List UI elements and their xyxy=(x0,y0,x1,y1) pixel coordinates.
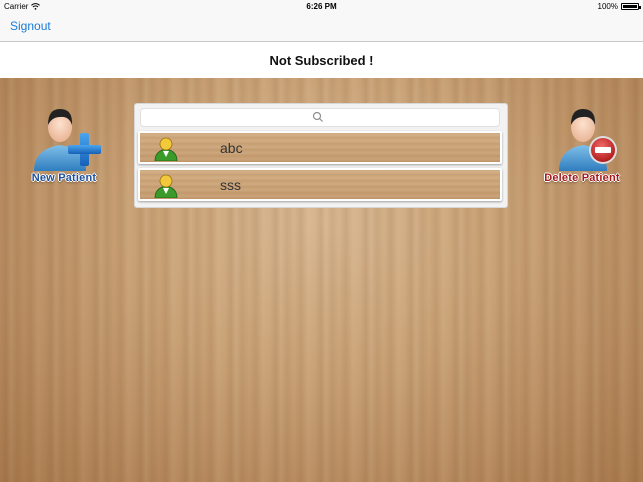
patient-row[interactable]: abc xyxy=(138,131,502,164)
patient-name: abc xyxy=(220,140,243,156)
patient-list-panel: abc sss xyxy=(134,103,508,208)
status-bar: Carrier 6:26 PM 100% xyxy=(0,0,643,13)
search-input[interactable] xyxy=(141,109,499,126)
delete-patient-button[interactable]: Delete Patient xyxy=(533,105,631,184)
status-time: 6:26 PM xyxy=(306,2,337,11)
battery-indicator: 100% xyxy=(597,2,641,11)
navigation-bar: Signout xyxy=(0,13,643,42)
patient-avatar-icon xyxy=(154,137,178,161)
battery-percent: 100% xyxy=(597,2,618,11)
patient-name: sss xyxy=(220,177,241,193)
patient-avatar-icon xyxy=(154,174,178,198)
delete-patient-label: Delete Patient xyxy=(544,172,620,184)
remove-patient-icon xyxy=(559,109,617,171)
signout-button[interactable]: Signout xyxy=(10,19,51,33)
new-patient-button[interactable]: New Patient xyxy=(22,105,106,184)
page-title: Not Subscribed ! xyxy=(0,42,643,78)
add-patient-icon xyxy=(34,109,101,171)
search-bar[interactable] xyxy=(140,108,500,127)
battery-icon xyxy=(621,3,641,10)
new-patient-label: New Patient xyxy=(31,172,97,184)
patient-row[interactable]: sss xyxy=(138,168,502,201)
